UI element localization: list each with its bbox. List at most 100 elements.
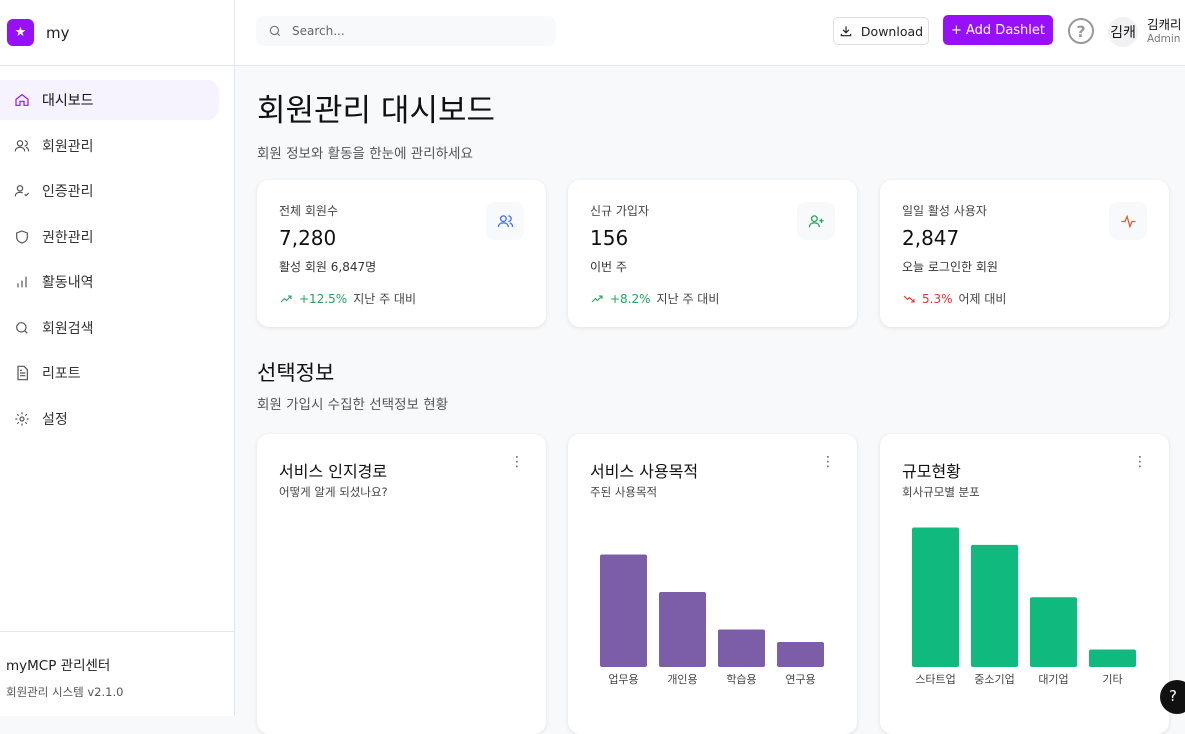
- x-tick-label: 중소기업: [974, 673, 1014, 686]
- logo[interactable]: ★ my: [0, 0, 234, 66]
- stat-card: 전체 회원수 7,280 활성 회원 6,847명 +12.5% 지난 주 대비: [257, 180, 546, 327]
- search-icon: [16, 321, 28, 334]
- stat-desc: 활성 회원 6,847명: [279, 260, 377, 274]
- info-card: 서비스 인지경로 어떻게 알게 되셨나요? ⋮: [257, 434, 546, 734]
- x-tick-label: 업무용: [608, 673, 638, 686]
- sidebar-item-label: 권한관리: [42, 229, 94, 246]
- page-title: 회원관리 대시보드: [257, 93, 496, 129]
- stat-value: 7,280: [279, 226, 337, 250]
- sidebar-item-label: 활동내역: [42, 275, 94, 291]
- gear-icon: [15, 411, 29, 426]
- sidebar-item-label: 설정: [42, 411, 68, 428]
- info-card: 서비스 사용목적 주된 사용목적 ⋮ 업무용 개인용 학습용 연구용: [568, 434, 857, 734]
- stat-compare: 지난 주 대비: [656, 292, 720, 306]
- stat-compare: 지난 주 대비: [353, 292, 417, 306]
- home-icon: [15, 93, 29, 106]
- trending-down-icon: [903, 295, 915, 303]
- topbar: Search... Download + Add Dashlet ? 김캐 김캐…: [235, 0, 1185, 66]
- sidebar-item-permissions[interactable]: 권한관리: [0, 217, 219, 257]
- bar-chart: 스타트업 중소기업 대기업 기타: [912, 527, 1136, 686]
- x-tick-label: 대기업: [1038, 673, 1068, 686]
- sidebar-item-members[interactable]: 회원관리: [0, 126, 219, 166]
- stat-trend: +8.2% 지난 주 대비: [590, 290, 719, 307]
- stat-change: +8.2%: [610, 291, 651, 306]
- bar[interactable]: [600, 554, 647, 668]
- stat-desc: 오늘 로그인한 회원: [902, 260, 998, 274]
- bar[interactable]: [912, 527, 959, 667]
- footer-version: 회원관리 시스템 v2.1.0: [6, 685, 124, 699]
- download-button[interactable]: Download: [833, 17, 929, 45]
- stat-card: 일일 활성 사용자 2,847 오늘 로그인한 회원 5.3% 어제 대비: [880, 180, 1169, 327]
- stat-compare: 어제 대비: [958, 292, 1007, 306]
- users-icon: [14, 139, 30, 151]
- stat-icon-box: [797, 202, 835, 240]
- sidebar-item-member-search[interactable]: 회원검색: [0, 308, 219, 348]
- stat-value: 156: [590, 226, 629, 250]
- user-role: Admin: [1147, 33, 1181, 45]
- document-icon: [17, 365, 28, 381]
- footer-title: myMCP 관리센터: [6, 658, 111, 674]
- stat-label: 전체 회원수: [279, 204, 339, 218]
- sidebar-item-label: 회원검색: [42, 320, 94, 337]
- stat-trend: 5.3% 어제 대비: [902, 290, 1006, 307]
- card-title: 서비스 인지경로: [279, 462, 388, 481]
- user-name: 김캐리: [1147, 17, 1182, 32]
- bar[interactable]: [1030, 597, 1077, 667]
- info-card: 규모현황 회사규모별 분포 ⋮ 스타트업 중소기업 대기업 기타: [880, 434, 1169, 734]
- bar[interactable]: [718, 629, 765, 668]
- download-icon: [840, 26, 852, 37]
- x-tick-label: 학습용: [726, 673, 756, 686]
- sidebar: ★ my 대시보드회원관리인증관리권한관리활동내역회원검색리포트설정 myMCP…: [0, 0, 235, 716]
- stat-icon-box: [1109, 202, 1147, 240]
- x-tick-label: 기타: [1102, 673, 1122, 686]
- bar-chart: 업무용 개인용 학습용 연구용: [600, 554, 824, 686]
- page-subtitle: 회원 정보와 활동을 한눈에 관리하세요: [257, 146, 473, 162]
- bar[interactable]: [1089, 649, 1136, 667]
- card-subtitle: 어떻게 알게 되셨나요?: [279, 485, 388, 499]
- section-title: 선택정보: [257, 361, 335, 385]
- stat-icon-box: [486, 202, 524, 240]
- sidebar-item-auth[interactable]: 인증관리: [0, 171, 219, 211]
- shield-icon: [16, 229, 28, 244]
- bar[interactable]: [971, 544, 1018, 667]
- x-tick-label: 개인용: [667, 673, 697, 686]
- stat-label: 신규 가입자: [590, 204, 650, 218]
- stat-trend: +12.5% 지난 주 대비: [279, 290, 416, 307]
- sidebar-item-label: 대시보드: [42, 93, 94, 109]
- stat-change: 5.3%: [922, 291, 953, 306]
- stat-card: 신규 가입자 156 이번 주 +8.2% 지난 주 대비: [568, 180, 857, 327]
- search-icon: [269, 25, 281, 37]
- more-options-icon[interactable]: ⋮: [510, 454, 524, 470]
- bar[interactable]: [777, 642, 824, 667]
- x-tick-label: 연구용: [785, 673, 815, 686]
- x-tick-label: 스타트업: [915, 673, 955, 686]
- avatar[interactable]: 김캐: [1108, 17, 1138, 47]
- users-icon: [497, 214, 513, 227]
- stat-label: 일일 활성 사용자: [902, 204, 987, 218]
- sidebar-item-label: 리포트: [42, 366, 81, 382]
- stat-value: 2,847: [902, 226, 960, 250]
- sidebar-item-label: 회원관리: [42, 138, 94, 155]
- search-placeholder: Search...: [292, 24, 345, 38]
- sidebar-item-label: 인증관리: [42, 184, 94, 200]
- trending-up-icon: [280, 294, 292, 302]
- trending-up-icon: [591, 294, 603, 302]
- search-input[interactable]: Search...: [256, 16, 556, 46]
- add-dashlet-button[interactable]: + Add Dashlet: [943, 15, 1053, 45]
- user-check-icon: [14, 185, 30, 197]
- sidebar-item-settings[interactable]: 설정: [0, 399, 219, 439]
- sidebar-footer: myMCP 관리센터 회원관리 시스템 v2.1.0: [0, 631, 234, 716]
- user-plus-icon: [808, 214, 824, 227]
- sidebar-item-activity[interactable]: 활동내역: [0, 262, 219, 302]
- sidebar-item-report[interactable]: 리포트: [0, 353, 219, 393]
- bar-chart-icon: [17, 276, 27, 288]
- help-icon[interactable]: ?: [1068, 18, 1094, 44]
- sidebar-item-dashboard[interactable]: 대시보드: [0, 80, 219, 120]
- download-label: Download: [860, 23, 924, 39]
- stat-change: +12.5%: [299, 291, 348, 306]
- stat-desc: 이번 주: [590, 260, 627, 274]
- logo-text: my: [46, 23, 70, 42]
- activity-icon: [1120, 214, 1136, 228]
- bar[interactable]: [659, 592, 706, 667]
- star-icon: ★: [7, 19, 34, 46]
